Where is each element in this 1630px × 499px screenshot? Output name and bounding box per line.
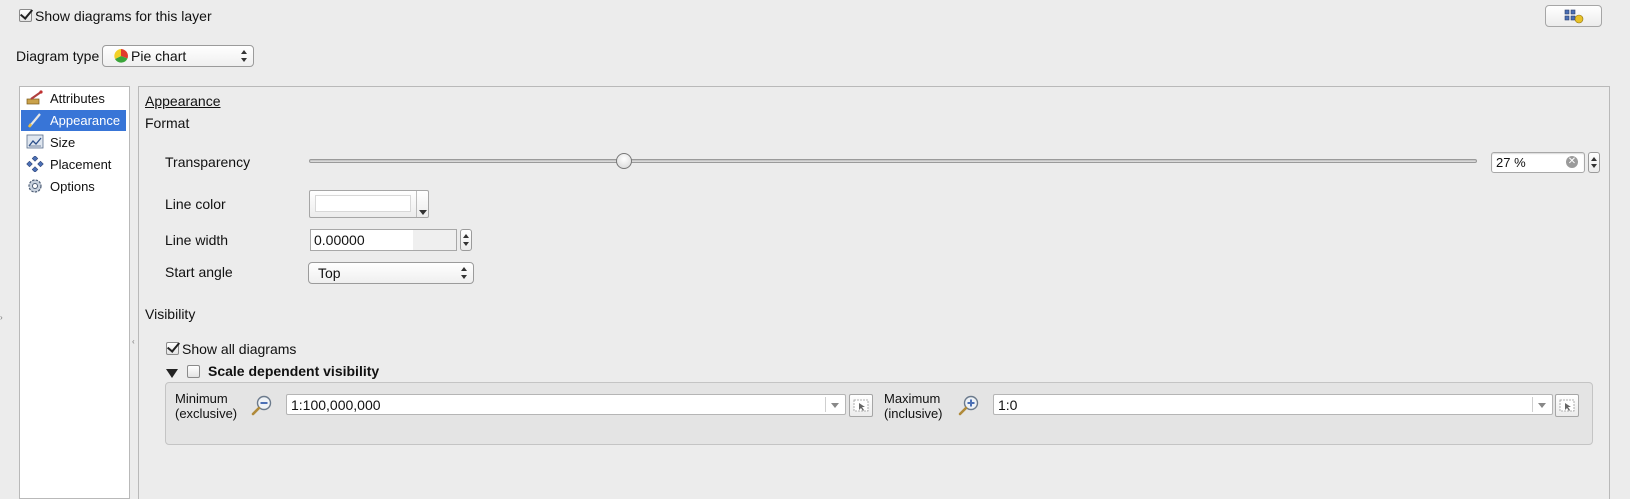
appearance-icon bbox=[27, 113, 41, 128]
chevron-down-icon bbox=[1538, 403, 1546, 408]
diagram-type-label: Diagram type bbox=[16, 48, 100, 64]
sidebar-item-label: Appearance bbox=[50, 113, 121, 128]
show-diagrams-label: Show diagrams for this layer bbox=[35, 8, 212, 24]
show-all-diagrams-label: Show all diagrams bbox=[182, 341, 297, 357]
chevron-down-icon bbox=[419, 210, 427, 215]
line-width-value: 0.00000 bbox=[314, 232, 365, 248]
sidebar-item-size[interactable]: Size bbox=[21, 132, 126, 153]
left-edge-arrow-icon: › bbox=[0, 313, 3, 322]
splitter-arrow-icon: ‹ bbox=[132, 337, 135, 346]
minimum-scale-combo[interactable]: 1:100,000,000 bbox=[286, 394, 846, 415]
page-title: Appearance bbox=[145, 93, 221, 109]
line-width-spinbox[interactable]: 0.00000 bbox=[310, 229, 457, 251]
color-swatch bbox=[315, 195, 411, 212]
maximum-label-line2: (inclusive) bbox=[884, 406, 943, 421]
scale-dependent-label: Scale dependent visibility bbox=[208, 363, 380, 379]
attributes-icon bbox=[26, 90, 43, 105]
line-width-label: Line width bbox=[165, 232, 229, 248]
scale-dependent-checkbox[interactable] bbox=[187, 365, 200, 378]
sidebar: Attributes Appearance Size Placement Opt… bbox=[19, 86, 130, 499]
maximum-map-canvas-button[interactable] bbox=[1555, 394, 1579, 417]
line-width-stepper[interactable] bbox=[460, 229, 472, 251]
pick-from-canvas-icon bbox=[853, 399, 869, 412]
collapse-triangle-icon[interactable] bbox=[166, 369, 178, 378]
zoom-in-icon bbox=[958, 395, 979, 416]
chevron-down-icon bbox=[831, 403, 839, 408]
sidebar-item-options[interactable]: Options bbox=[21, 176, 126, 197]
show-all-diagrams-checkbox[interactable] bbox=[166, 342, 179, 355]
start-angle-label: Start angle bbox=[165, 264, 233, 280]
dropdown-divider bbox=[1532, 397, 1533, 412]
maximum-scale-value: 1:0 bbox=[998, 397, 1018, 413]
diagram-settings-button[interactable] bbox=[1545, 5, 1602, 27]
visibility-heading: Visibility bbox=[145, 306, 196, 322]
minimum-map-canvas-button[interactable] bbox=[849, 394, 873, 417]
minimum-label-line2: (exclusive) bbox=[175, 406, 238, 421]
line-width-disabled-area bbox=[413, 230, 456, 250]
diagram-settings-icon bbox=[1564, 9, 1584, 24]
format-heading: Format bbox=[145, 115, 190, 131]
dropdown-divider bbox=[825, 397, 826, 412]
options-icon bbox=[28, 179, 42, 193]
clear-icon[interactable]: ✕ bbox=[1566, 156, 1578, 168]
sidebar-item-label: Size bbox=[50, 135, 76, 150]
maximum-scale-combo[interactable]: 1:0 bbox=[993, 394, 1553, 415]
transparency-slider[interactable] bbox=[309, 152, 1477, 172]
start-angle-value: Top bbox=[318, 265, 341, 281]
transparency-spinbox[interactable]: 27 % ✕ bbox=[1491, 152, 1585, 173]
slider-handle[interactable] bbox=[616, 153, 633, 169]
splitter-handle[interactable] bbox=[131, 86, 137, 499]
transparency-label: Transparency bbox=[165, 154, 251, 170]
diagram-type-value: Pie chart bbox=[131, 48, 187, 64]
sidebar-item-placement[interactable]: Placement bbox=[21, 154, 126, 175]
updown-arrows-icon bbox=[461, 267, 468, 279]
show-diagrams-checkbox[interactable] bbox=[19, 9, 32, 22]
transparency-value: 27 % bbox=[1496, 155, 1526, 170]
sidebar-item-label: Attributes bbox=[50, 91, 105, 106]
pie-chart-icon bbox=[114, 49, 128, 63]
line-color-button[interactable] bbox=[309, 190, 429, 218]
placement-icon bbox=[26, 156, 44, 172]
sidebar-item-attributes[interactable]: Attributes bbox=[21, 88, 126, 109]
sidebar-item-label: Placement bbox=[50, 157, 112, 172]
slider-track bbox=[309, 159, 1477, 163]
updown-arrows-icon bbox=[241, 50, 248, 62]
zoom-out-icon bbox=[251, 395, 272, 416]
sidebar-item-label: Options bbox=[50, 179, 95, 194]
sidebar-item-appearance[interactable]: Appearance bbox=[21, 110, 126, 131]
start-angle-select[interactable]: Top bbox=[308, 262, 474, 284]
minimum-label-line1: Minimum bbox=[175, 391, 228, 406]
pick-from-canvas-icon bbox=[1559, 399, 1575, 412]
minimum-scale-value: 1:100,000,000 bbox=[291, 397, 381, 413]
transparency-stepper[interactable] bbox=[1588, 152, 1600, 173]
line-color-label: Line color bbox=[165, 196, 226, 212]
dropdown-divider bbox=[416, 191, 417, 217]
maximum-label-line1: Maximum bbox=[884, 391, 941, 406]
diagram-type-select[interactable]: Pie chart bbox=[102, 45, 254, 67]
size-icon bbox=[26, 134, 44, 149]
